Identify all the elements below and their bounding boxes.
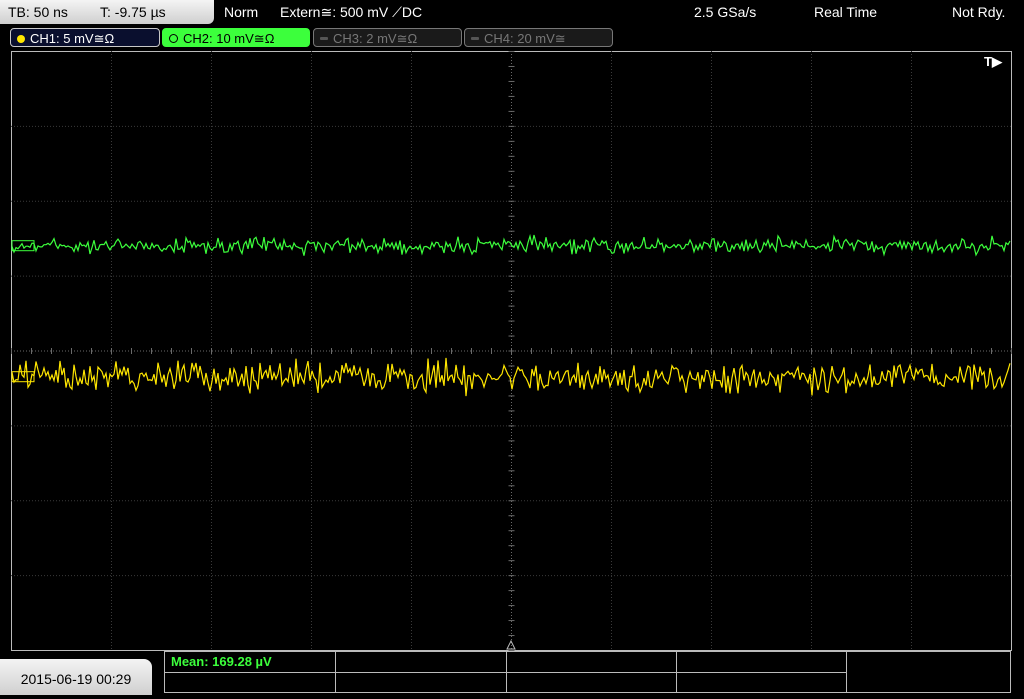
bottom-bar: 2015-06-19 00:29 Mean: 169.28 µV — [0, 651, 1024, 695]
mean-measurement: Mean: 169.28 µV — [171, 654, 272, 669]
measurement-panel[interactable]: Mean: 169.28 µV — [164, 651, 1011, 693]
datetime-box: 2015-06-19 00:29 — [0, 659, 152, 695]
waveform-display[interactable]: T▶ — [0, 0, 1024, 651]
trigger-marker-icon[interactable]: T▶ — [984, 54, 1003, 69]
